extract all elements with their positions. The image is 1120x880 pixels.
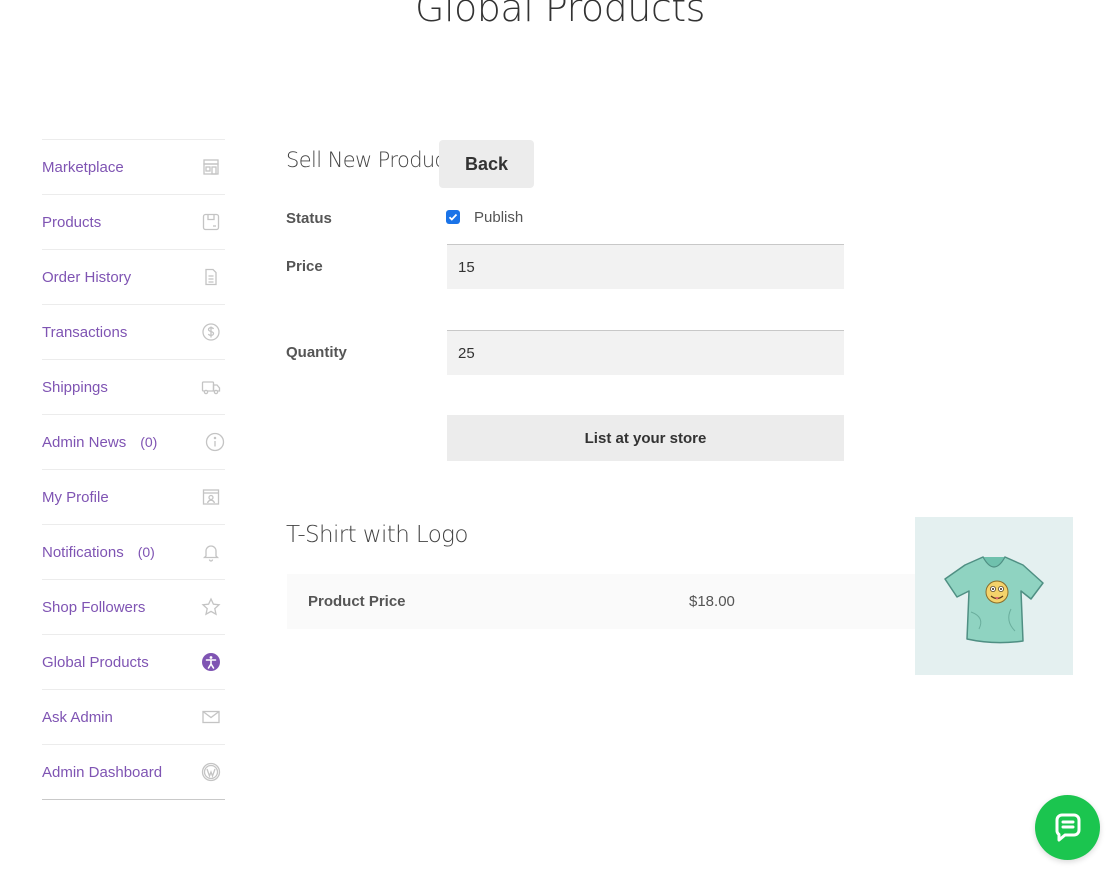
sidebar-item-label: Order History [42, 268, 132, 286]
box-icon [201, 212, 221, 232]
sidebar-item-label: Admin Dashboard [42, 763, 163, 781]
quantity-label: Quantity [286, 344, 347, 361]
sidebar-item-label: My Profile [42, 488, 109, 506]
chat-icon [1055, 813, 1080, 841]
sidebar-item-marketplace[interactable]: Marketplace [42, 140, 225, 195]
envelope-icon [201, 707, 221, 727]
sidebar-item-label: Products [42, 213, 102, 231]
sidebar-item-my-profile[interactable]: My Profile [42, 470, 225, 525]
back-button[interactable]: Back [439, 140, 534, 188]
sidebar-item-label: Marketplace [42, 158, 124, 176]
sidebar-item-order-history[interactable]: Order History [42, 250, 225, 305]
sidebar-item-label: Shippings [42, 378, 108, 396]
sidebar-item-admin-news[interactable]: Admin News (0) [42, 415, 225, 470]
truck-icon [201, 377, 221, 397]
tshirt-icon [944, 556, 1044, 644]
page: Global Products Marketplace Products Ord… [0, 0, 1120, 880]
sidebar-item-notifications[interactable]: Notifications (0) [42, 525, 225, 580]
sidebar-item-label: Notifications [42, 543, 124, 561]
dollar-icon [201, 322, 221, 342]
sidebar-item-label: Global Products [42, 653, 149, 671]
sidebar-item-products[interactable]: Products [42, 195, 225, 250]
sidebar-item-global-products[interactable]: Global Products [42, 635, 225, 690]
document-icon [201, 267, 221, 287]
sidebar-item-label: Ask Admin [42, 708, 113, 726]
sidebar-nav: Marketplace Products Order History Trans… [42, 139, 225, 800]
sidebar-item-label: Admin News [42, 433, 127, 451]
info-icon [205, 432, 225, 452]
sidebar-item-count: (0) [140, 434, 158, 450]
sidebar-item-admin-dashboard[interactable]: Admin Dashboard [42, 745, 225, 799]
sidebar-item-count: (0) [137, 544, 155, 560]
quantity-input[interactable]: 25 [447, 330, 844, 375]
sidebar-item-shippings[interactable]: Shippings [42, 360, 225, 415]
product-title: T-Shirt with Logo [286, 522, 468, 548]
wordpress-icon [201, 762, 221, 782]
product-image [915, 517, 1073, 675]
store-icon [201, 157, 221, 177]
publish-label: Publish [474, 209, 524, 226]
product-price-value: $18.00 [689, 593, 735, 610]
profile-icon [201, 487, 221, 507]
list-at-store-button[interactable]: List at your store [447, 415, 844, 461]
checkmark-icon [448, 213, 458, 221]
sidebar-item-label: Shop Followers [42, 598, 146, 616]
accessibility-icon [201, 652, 221, 672]
sidebar-item-label: Transactions [42, 323, 128, 341]
sell-new-product-title: Sell New Product [286, 148, 454, 172]
status-label: Status [286, 210, 332, 227]
sidebar-item-ask-admin[interactable]: Ask Admin [42, 690, 225, 745]
star-icon [201, 597, 221, 617]
page-title: Global Products [415, 0, 705, 30]
sidebar-item-shop-followers[interactable]: Shop Followers [42, 580, 225, 635]
publish-checkbox[interactable] [446, 210, 460, 224]
product-price-label: Product Price [308, 593, 406, 610]
sidebar-item-transactions[interactable]: Transactions [42, 305, 225, 360]
price-input[interactable]: 15 [447, 244, 844, 289]
product-price-row: Product Price $18.00 [287, 574, 915, 629]
bell-icon [201, 542, 221, 562]
price-label: Price [286, 258, 323, 275]
chat-button[interactable] [1035, 795, 1100, 860]
